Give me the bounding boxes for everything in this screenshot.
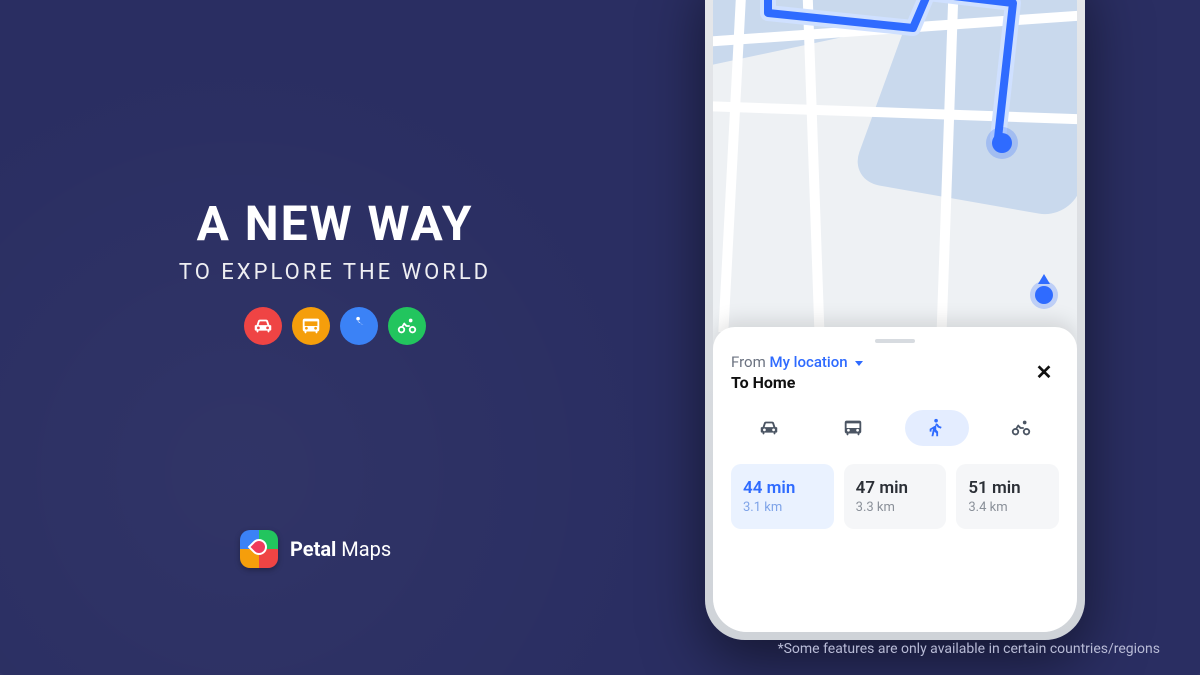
to-row[interactable]: To Home — [731, 373, 1059, 392]
walk-icon — [340, 307, 378, 345]
from-value: My location — [769, 353, 847, 371]
recenter-button[interactable] — [1031, 282, 1057, 308]
brand-name-rest: Maps — [336, 537, 391, 561]
to-value: Home — [753, 373, 796, 392]
disclaimer-text: *Some features are only available in cer… — [778, 641, 1160, 657]
tab-bike[interactable] — [989, 410, 1053, 446]
bus-icon — [842, 417, 864, 439]
route-distance: 3.1 km — [743, 500, 822, 515]
phone-screen: From My location To Home ✕ — [713, 0, 1077, 632]
tab-car[interactable] — [737, 410, 801, 446]
route-line — [713, 0, 1077, 332]
bike-icon — [388, 307, 426, 345]
route-time: 51 min — [968, 478, 1047, 498]
destination-marker-icon — [992, 133, 1012, 153]
bike-icon — [1010, 417, 1032, 439]
current-location-icon — [1035, 286, 1053, 304]
route-card[interactable]: 47 min 3.3 km — [844, 464, 947, 529]
brand-name: Petal Maps — [290, 537, 391, 561]
heading-arrow-icon — [1038, 274, 1050, 284]
brand-lockup: Petal Maps — [240, 530, 391, 568]
sheet-header: From My location To Home ✕ — [731, 353, 1059, 392]
chevron-down-icon — [855, 361, 863, 366]
sheet-grabber[interactable] — [875, 339, 915, 343]
bus-icon — [292, 307, 330, 345]
from-row[interactable]: From My location — [731, 353, 1059, 371]
route-distance: 3.4 km — [968, 500, 1047, 515]
route-distance: 3.3 km — [856, 500, 935, 515]
to-label-prefix: To — [731, 373, 753, 392]
hero-block: A NEW WAY TO EXPLORE THE WORLD — [115, 195, 555, 345]
hero-mode-icons — [115, 307, 555, 345]
mode-tabs — [731, 410, 1059, 446]
from-label: From — [731, 353, 766, 371]
route-card[interactable]: 44 min 3.1 km — [731, 464, 834, 529]
car-icon — [758, 417, 780, 439]
close-button[interactable]: ✕ — [1029, 357, 1059, 387]
route-bottom-sheet: From My location To Home ✕ — [713, 327, 1077, 632]
hero-title: A NEW WAY — [115, 195, 555, 252]
map-view[interactable] — [713, 0, 1077, 332]
tab-walk[interactable] — [905, 410, 969, 446]
walk-icon — [926, 417, 948, 439]
route-time: 44 min — [743, 478, 822, 498]
close-icon: ✕ — [1036, 360, 1053, 385]
car-icon — [244, 307, 282, 345]
route-time: 47 min — [856, 478, 935, 498]
hero-subtitle: TO EXPLORE THE WORLD — [115, 260, 555, 285]
promo-stage: A NEW WAY TO EXPLORE THE WORLD Petal Map… — [0, 0, 1200, 675]
phone-frame: From My location To Home ✕ — [705, 0, 1085, 640]
brand-name-bold: Petal — [290, 537, 336, 561]
route-card[interactable]: 51 min 3.4 km — [956, 464, 1059, 529]
route-cards: 44 min 3.1 km 47 min 3.3 km 51 min 3.4 k… — [731, 464, 1059, 529]
tab-bus[interactable] — [821, 410, 885, 446]
petal-maps-logo-icon — [240, 530, 278, 568]
